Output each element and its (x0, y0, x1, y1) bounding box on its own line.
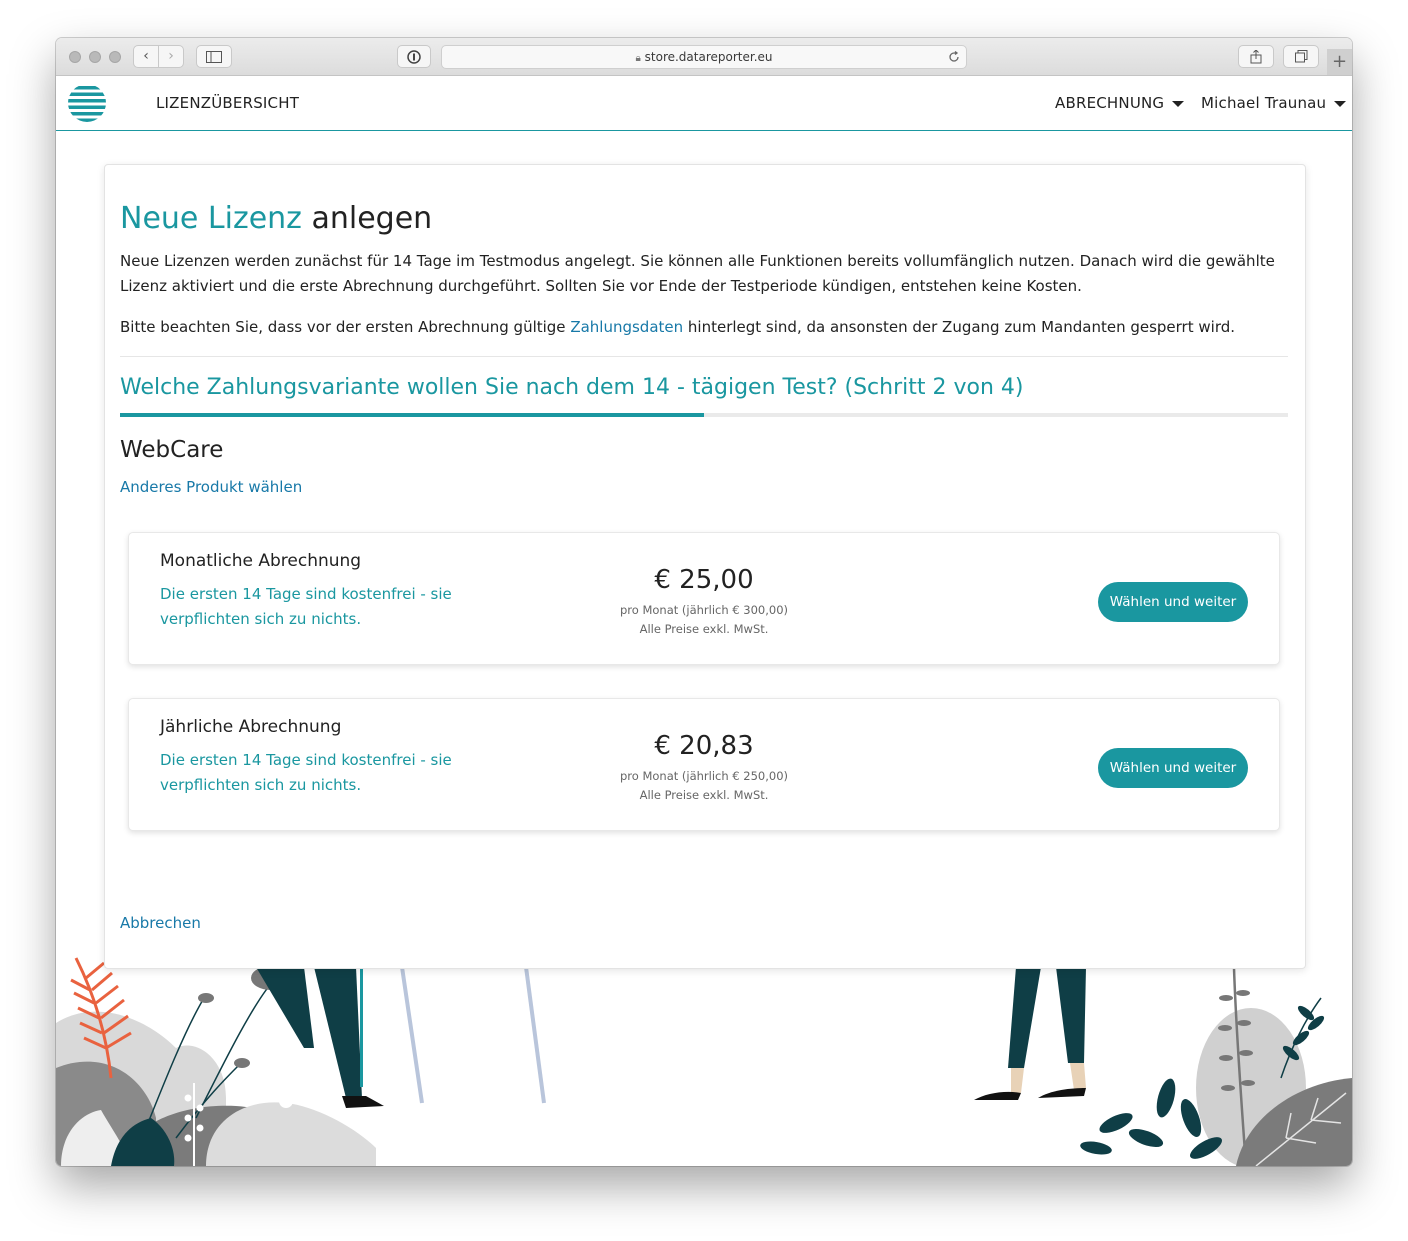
payment-notice-after: hinterlegt sind, da ansonsten der Zugang… (683, 318, 1236, 336)
plan-price-per-month: pro Monat (jährlich € 250,00) (619, 769, 789, 783)
plan-title: Jährliche Abrechnung (160, 717, 342, 737)
plan-title: Monatliche Abrechnung (160, 551, 362, 571)
plan-price: € 25,00 (654, 565, 754, 595)
plan-price: € 20,83 (654, 731, 754, 761)
browser-window: ‹ › 🔒︎ store.datareporter.eu + LIZENZÜBE… (56, 38, 1352, 1166)
cancel-link[interactable]: Abbrechen (120, 914, 201, 932)
step-progress-bar (120, 413, 1288, 417)
payment-notice: Bitte beachten Sie, dass vor der ersten … (120, 315, 1290, 340)
new-license-card: Neue Lizenz anlegen Neue Lizenzen werden… (104, 164, 1306, 969)
plan-card-monthly: Monatliche Abrechnung Die ersten 14 Tage… (128, 532, 1280, 665)
choose-yearly-button[interactable]: Wählen und weiter (1098, 748, 1248, 788)
plan-free-trial-note: Die ersten 14 Tage sind kostenfrei - sie… (160, 585, 452, 628)
step-title: Welche Zahlungsvariante wollen Sie nach … (120, 375, 1024, 400)
plan-tax-note: Alle Preise exkl. MwSt. (639, 622, 769, 636)
payment-data-link[interactable]: Zahlungsdaten (570, 318, 683, 336)
step-progress-fill (120, 413, 704, 417)
intro-text: Neue Lizenzen werden zunächst für 14 Tag… (120, 252, 1275, 295)
page-title: Neue Lizenz anlegen (120, 201, 432, 236)
choose-monthly-button[interactable]: Wählen und weiter (1098, 582, 1248, 622)
choose-other-product-link[interactable]: Anderes Produkt wählen (120, 478, 302, 496)
plan-price-per-month: pro Monat (jährlich € 300,00) (619, 603, 789, 617)
plan-card-yearly: Jährliche Abrechnung Die ersten 14 Tage … (128, 698, 1280, 831)
page-title-rest: anlegen (301, 201, 433, 236)
divider (120, 356, 1288, 357)
page-title-highlight: Neue Lizenz (120, 201, 302, 236)
plan-free-trial-note: Die ersten 14 Tage sind kostenfrei - sie… (160, 751, 452, 794)
payment-notice-before: Bitte beachten Sie, dass vor der ersten … (120, 318, 571, 336)
plan-tax-note: Alle Preise exkl. MwSt. (639, 788, 769, 802)
product-name: WebCare (120, 437, 224, 463)
